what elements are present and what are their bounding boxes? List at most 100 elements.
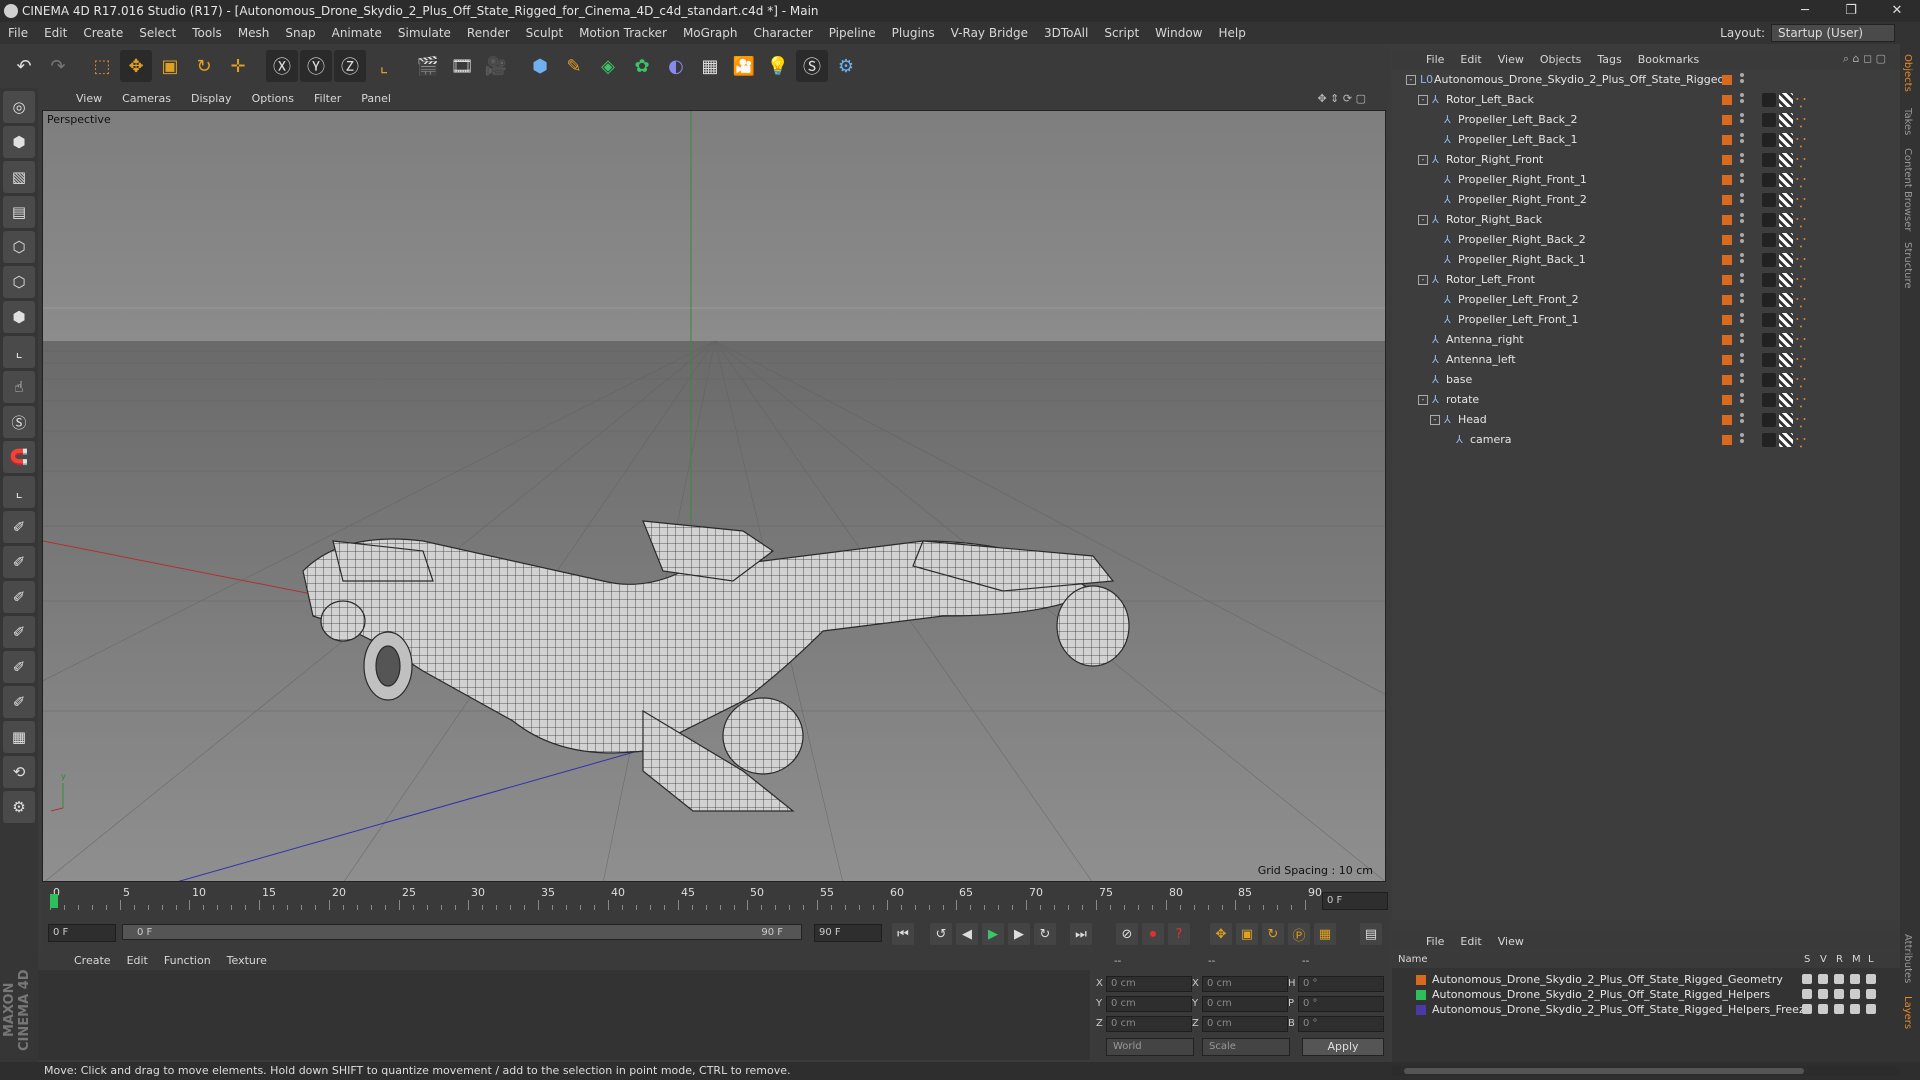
ik-tag-icon[interactable]: ⸪ bbox=[1796, 233, 1808, 250]
material-tag-icon[interactable] bbox=[1762, 393, 1776, 407]
object-tags[interactable]: ⸪ bbox=[1762, 93, 1808, 110]
menu-select[interactable]: Select bbox=[131, 26, 184, 40]
motion-icon[interactable]: ⟲ bbox=[3, 756, 35, 788]
tab-takes[interactable]: Takes bbox=[1902, 108, 1913, 135]
texture-mode-icon[interactable]: ▧ bbox=[3, 161, 35, 193]
texture-tag-icon[interactable] bbox=[1779, 233, 1793, 247]
ik-tag-icon[interactable]: ⸪ bbox=[1796, 273, 1808, 290]
ik-tag-icon[interactable]: ⸪ bbox=[1796, 293, 1808, 310]
polygons-mode-icon[interactable]: ⬢ bbox=[3, 301, 35, 333]
manager-flag-icon[interactable] bbox=[1850, 1004, 1860, 1014]
viewport-menu-cameras[interactable]: Cameras bbox=[112, 92, 181, 105]
visibility-dots-icon[interactable] bbox=[1740, 193, 1746, 207]
menu-vray-bridge[interactable]: V-Ray Bridge bbox=[943, 26, 1036, 40]
key-scale-icon[interactable]: ▣ bbox=[1236, 923, 1258, 945]
visibility-dots-icon[interactable] bbox=[1740, 133, 1746, 147]
coordinate-system-icon[interactable]: ⌞ bbox=[368, 50, 400, 82]
lock-flag-icon[interactable] bbox=[1866, 974, 1876, 984]
object-menu-tags[interactable]: Tags bbox=[1589, 53, 1629, 66]
texture-tag-icon[interactable] bbox=[1779, 433, 1793, 447]
material-tag-icon[interactable] bbox=[1762, 373, 1776, 387]
material-tag-icon[interactable] bbox=[1762, 193, 1776, 207]
viewport-menu-display[interactable]: Display bbox=[181, 92, 242, 105]
rotation-h-field[interactable]: 0 ° bbox=[1298, 976, 1384, 992]
texture-tag-icon[interactable] bbox=[1779, 193, 1793, 207]
visibility-dots-icon[interactable] bbox=[1740, 333, 1746, 347]
object-tags[interactable]: ⸪ bbox=[1762, 253, 1808, 270]
cloner-icon[interactable]: ✿ bbox=[626, 50, 658, 82]
edges-mode-icon[interactable]: ⬡ bbox=[3, 266, 35, 298]
lock-flag-icon[interactable] bbox=[1866, 1004, 1876, 1014]
render-flag-icon[interactable] bbox=[1834, 989, 1844, 999]
object-row[interactable]: - ⅄ Head ⸪ bbox=[1392, 410, 1900, 430]
solo-flag-icon[interactable] bbox=[1802, 1004, 1812, 1014]
object-menu-objects[interactable]: Objects bbox=[1532, 53, 1590, 66]
viewport-menu-view[interactable]: View bbox=[66, 92, 112, 105]
texture-tag-icon[interactable] bbox=[1779, 133, 1793, 147]
visibility-dots-icon[interactable] bbox=[1740, 433, 1746, 447]
tab-content-browser[interactable]: Content Browser bbox=[1902, 148, 1913, 231]
object-row[interactable]: ⅄ Propeller_Right_Front_2 ⸪ bbox=[1392, 190, 1900, 210]
object-tags[interactable]: ⸪ bbox=[1762, 313, 1808, 330]
object-menu-bookmarks[interactable]: Bookmarks bbox=[1630, 53, 1707, 66]
object-row[interactable]: - ⅄ Rotor_Right_Back ⸪ bbox=[1392, 210, 1900, 230]
layer-color-swatch[interactable] bbox=[1722, 335, 1732, 345]
material-tag-icon[interactable] bbox=[1762, 153, 1776, 167]
material-manager-area[interactable] bbox=[38, 970, 1090, 1060]
material-tag-icon[interactable] bbox=[1762, 293, 1776, 307]
rotate-icon[interactable]: ↻ bbox=[188, 50, 220, 82]
expand-toggle-icon[interactable]: - bbox=[1418, 155, 1428, 165]
go-to-start-icon[interactable]: ⏮ bbox=[892, 923, 914, 945]
object-row[interactable]: ⅄ Antenna_left ⸪ bbox=[1392, 350, 1900, 370]
menu-script[interactable]: Script bbox=[1096, 26, 1147, 40]
visibility-dots-icon[interactable] bbox=[1740, 233, 1746, 247]
cube-icon[interactable]: ⬢ bbox=[524, 50, 556, 82]
floor-icon[interactable]: ▦ bbox=[694, 50, 726, 82]
manager-flag-icon[interactable] bbox=[1850, 974, 1860, 984]
ik-tag-icon[interactable]: ⸪ bbox=[1796, 93, 1808, 110]
object-row[interactable]: ⅄ Propeller_Left_Back_1 ⸪ bbox=[1392, 130, 1900, 150]
visible-flag-icon[interactable] bbox=[1818, 989, 1828, 999]
live-select-icon[interactable]: ⬚ bbox=[86, 50, 118, 82]
move-icon[interactable]: ✥ bbox=[120, 50, 152, 82]
brush-icon-1[interactable]: ✐ bbox=[3, 511, 35, 543]
timeline-layout-icon[interactable]: ▤ bbox=[1360, 923, 1382, 945]
layer-color-swatch[interactable] bbox=[1722, 215, 1732, 225]
object-row[interactable]: ⅄ Propeller_Right_Back_1 ⸪ bbox=[1392, 250, 1900, 270]
previous-key-icon[interactable]: ↺ bbox=[930, 923, 952, 945]
play-icon[interactable]: ▶ bbox=[982, 923, 1004, 945]
brush-icon-3[interactable]: ✐ bbox=[3, 581, 35, 613]
pen-icon[interactable]: ✎ bbox=[558, 50, 590, 82]
magnet-icon[interactable]: 🧲 bbox=[3, 441, 35, 473]
python-script-icon[interactable]: ⚙ bbox=[3, 791, 35, 823]
object-tags[interactable]: ⸪ bbox=[1762, 273, 1808, 290]
visibility-dots-icon[interactable] bbox=[1740, 293, 1746, 307]
texture-tag-icon[interactable] bbox=[1779, 313, 1793, 327]
playhead-marker[interactable] bbox=[50, 894, 58, 908]
object-tags[interactable]: ⸪ bbox=[1762, 213, 1808, 230]
ik-tag-icon[interactable]: ⸪ bbox=[1796, 133, 1808, 150]
viewport-menu-panel[interactable]: Panel bbox=[351, 92, 401, 105]
layer-color-swatch[interactable] bbox=[1722, 255, 1732, 265]
apply-button[interactable]: Apply bbox=[1302, 1038, 1384, 1056]
texture-tag-icon[interactable] bbox=[1779, 393, 1793, 407]
layer-color-swatch[interactable] bbox=[1722, 135, 1732, 145]
menu-motion-tracker[interactable]: Motion Tracker bbox=[571, 26, 675, 40]
object-row[interactable]: ⅄ Propeller_Left_Front_1 ⸪ bbox=[1392, 310, 1900, 330]
end-frame-field[interactable]: 90 F bbox=[814, 924, 882, 942]
expand-toggle-icon[interactable]: - bbox=[1430, 415, 1440, 425]
subdivision-icon[interactable]: ◈ bbox=[592, 50, 624, 82]
layer-color-swatch[interactable] bbox=[1416, 990, 1426, 1000]
expand-toggle-icon[interactable]: - bbox=[1418, 395, 1428, 405]
object-tags[interactable]: ⸪ bbox=[1762, 133, 1808, 150]
ik-tag-icon[interactable]: ⸪ bbox=[1796, 253, 1808, 270]
size-z-field[interactable]: 0 cm bbox=[1202, 1016, 1288, 1032]
render-picture-viewer-icon[interactable]: 🎞 bbox=[446, 50, 478, 82]
texture-tag-icon[interactable] bbox=[1779, 413, 1793, 427]
object-row[interactable]: - ⅄ Rotor_Left_Back ⸪ bbox=[1392, 90, 1900, 110]
ik-tag-icon[interactable]: ⸪ bbox=[1796, 333, 1808, 350]
material-menu-function[interactable]: Function bbox=[156, 954, 219, 967]
next-frame-icon[interactable]: ▶ bbox=[1008, 923, 1030, 945]
horizontal-scrollbar[interactable] bbox=[1392, 1066, 1900, 1076]
coordinate-space-dropdown[interactable]: World bbox=[1106, 1038, 1194, 1056]
